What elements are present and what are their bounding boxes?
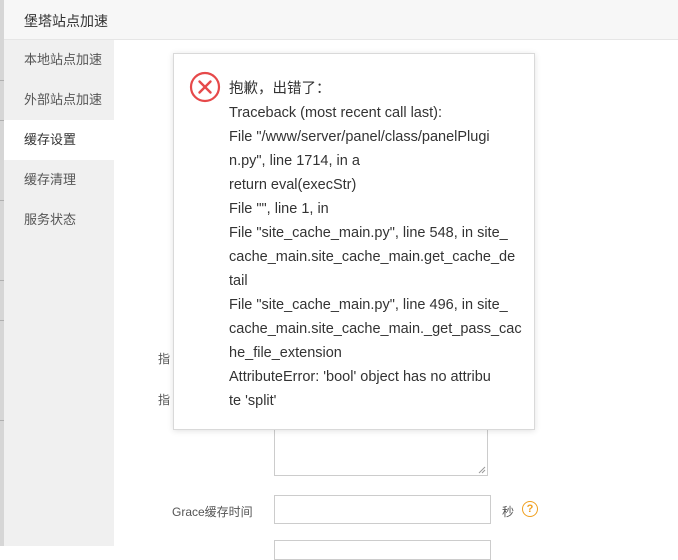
help-icon[interactable]: ? [522, 501, 538, 517]
error-line: File "", line 1, in [229, 201, 329, 217]
sidebar-item-service-status[interactable]: 服务状态 [4, 200, 114, 240]
sidebar-item-cache-cleanup[interactable]: 缓存清理 [4, 160, 114, 200]
page-title: 堡塔站点加速 [24, 13, 108, 29]
error-line: File "site_cache_main.py", line 548, in … [229, 225, 508, 241]
error-line: he_file_extension [229, 345, 342, 361]
grace-unit-label: 秒 [502, 505, 515, 519]
error-line: AttributeError: 'bool' object has no att… [229, 369, 491, 385]
error-line: File "/www/server/panel/class/panelPlugi [229, 129, 490, 145]
error-line: n.py", line 1714, in a [229, 153, 360, 169]
error-line: tail [229, 273, 248, 289]
resize-grip-icon[interactable] [478, 466, 486, 474]
error-line: te 'split' [229, 393, 277, 409]
next-field-input[interactable] [274, 540, 491, 560]
extension-textarea[interactable] [274, 427, 488, 476]
sidebar-item-local-site-acceleration[interactable]: 本地站点加速 [4, 40, 114, 80]
error-circle-x-icon [189, 71, 221, 103]
error-message: 抱歉，出错了： Traceback (most recent call last… [229, 77, 522, 413]
error-dialog: 抱歉，出错了： Traceback (most recent call last… [173, 53, 535, 430]
grace-cache-time-label: Grace缓存时间 [172, 505, 253, 519]
sidebar-item-external-site-acceleration[interactable]: 外部站点加速 [4, 80, 114, 120]
error-line: cache_main.site_cache_main._get_pass_cac [229, 321, 522, 337]
error-line: Traceback (most recent call last): [229, 105, 442, 121]
sidebar: 本地站点加速 外部站点加速 缓存设置 缓存清理 服务状态 [4, 40, 114, 546]
sidebar-item-cache-settings[interactable]: 缓存设置 [4, 120, 114, 160]
form-label-partial-2: 指 [158, 393, 171, 407]
grace-cache-time-input[interactable] [274, 495, 491, 524]
error-line: 抱歉，出错了： [229, 81, 331, 97]
error-line: return eval(execStr) [229, 177, 357, 193]
titlebar: 堡塔站点加速 [4, 0, 678, 40]
error-line: cache_main.site_cache_main.get_cache_de [229, 249, 516, 265]
form-label-partial-1: 指 [158, 352, 171, 366]
error-line: File "site_cache_main.py", line 496, in … [229, 297, 508, 313]
